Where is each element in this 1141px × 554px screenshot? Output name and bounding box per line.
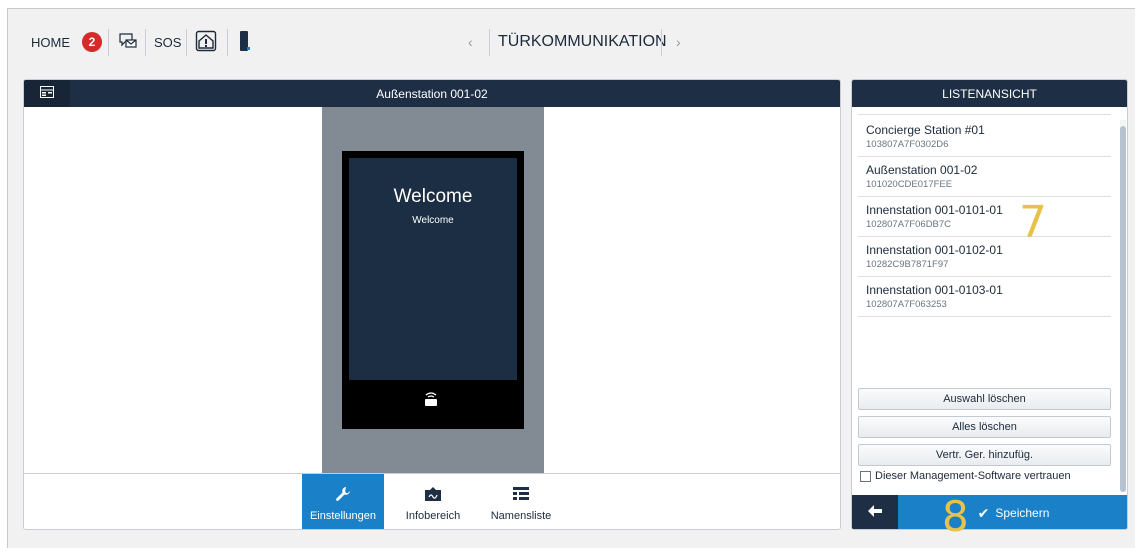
nav-prev-button[interactable]: ‹: [468, 29, 473, 55]
list-view-header: LISTENANSICHT: [852, 80, 1127, 107]
clear-all-label: Alles löschen: [952, 421, 1017, 433]
alarm-house-button[interactable]: [195, 29, 217, 55]
nav-title-label: TÜRKOMMUNIKATION: [498, 33, 667, 50]
chevron-right-icon: ›: [676, 34, 681, 50]
list-item-id: 103807A7F0302D6: [866, 139, 949, 150]
station-preview-panel: Außenstation 001-02 Welcome Welcome Eins…: [23, 79, 841, 530]
notifications-button[interactable]: 2: [82, 29, 102, 55]
list-item-id: 10282C9B7871F97: [866, 259, 949, 270]
house-alert-icon: [195, 30, 217, 55]
device-screen: Welcome Welcome: [349, 158, 517, 380]
annotation-marker-7: 7: [1019, 197, 1047, 248]
sos-button[interactable]: SOS: [154, 29, 181, 55]
list-item-id: 101020CDE017FEE: [866, 179, 953, 190]
chevron-left-icon: ‹: [468, 34, 473, 50]
list-item[interactable]: Außenstation 001-02 101020CDE017FEE: [858, 157, 1111, 197]
home-button[interactable]: HOME: [31, 29, 70, 55]
list-item-name: Concierge Station #01: [866, 123, 985, 137]
name-list-icon: [512, 484, 530, 504]
checkmark-icon: ✔: [977, 504, 990, 521]
save-label: Speichern: [995, 506, 1050, 520]
back-arrow-icon: [868, 504, 882, 522]
scrollbar-thumb[interactable]: [1120, 126, 1126, 492]
device-list: Concierge Station #01 103807A7F0302D6 Au…: [858, 117, 1111, 317]
panel-header: Außenstation 001-02: [24, 80, 840, 107]
list-view-title: LISTENANSICHT: [942, 86, 1037, 101]
list-item[interactable]: Innenstation 001-0103-01 102807A7F063253: [858, 277, 1111, 317]
tab-label: Infobereich: [405, 510, 461, 522]
notification-badge: 2: [82, 32, 102, 52]
tab-label: Einstellungen: [309, 510, 377, 522]
annotation-marker-8: 8: [942, 492, 969, 541]
list-item-name: Innenstation 001-0103-01: [866, 283, 1003, 297]
list-item-id: 102807A7F06DB7C: [866, 219, 952, 230]
panel-footer-tabs: Einstellungen Infobereich Namensliste: [24, 473, 840, 529]
tab-label: Namensliste: [490, 510, 552, 522]
list-item-name: Innenstation 001-0102-01: [866, 243, 1003, 257]
list-view-footer: ✔ Speichern: [852, 495, 1127, 529]
door-phone-icon: [239, 30, 251, 55]
info-area-icon: [424, 484, 442, 504]
device-screen-title: Welcome: [393, 186, 473, 207]
clear-selection-button[interactable]: Auswahl löschen: [858, 388, 1111, 410]
list-view-panel: LISTENANSICHT Concierge Station #01 1038…: [851, 79, 1128, 530]
sos-label: SOS: [154, 34, 182, 50]
layout-icon: [40, 85, 54, 103]
panel-header-title: Außenstation 001-02: [376, 86, 488, 101]
tab-einstellungen[interactable]: Einstellungen: [302, 474, 384, 529]
messages-icon: [118, 32, 138, 53]
clear-all-button[interactable]: Alles löschen: [858, 416, 1111, 438]
add-trusted-label: Vertr. Ger. hinzufüg.: [935, 449, 1034, 461]
trust-software-checkbox[interactable]: [860, 470, 871, 482]
list-item[interactable]: Innenstation 001-0101-01 102807A7F06DB7C: [858, 197, 1111, 237]
outdoor-station-device[interactable]: Welcome Welcome: [342, 151, 524, 429]
tab-namensliste[interactable]: Namensliste: [483, 474, 559, 529]
home-label: HOME: [31, 34, 70, 50]
messages-button[interactable]: [118, 29, 138, 55]
page-title: TÜRKOMMUNIKATION: [498, 29, 667, 55]
trust-software-row: Dieser Management-Software vertrauen: [860, 470, 1071, 482]
door-phone-button[interactable]: [239, 29, 251, 55]
list-item-name: Außenstation 001-02: [866, 163, 978, 177]
wrench-icon: [335, 484, 351, 504]
back-button[interactable]: [852, 495, 898, 529]
clear-selection-label: Auswahl löschen: [943, 393, 1026, 405]
list-item[interactable]: Innenstation 001-0102-01 10282C9B7871F97: [858, 237, 1111, 277]
list-item[interactable]: Concierge Station #01 103807A7F0302D6: [858, 117, 1111, 157]
device-screen-subtitle: Welcome: [412, 215, 454, 226]
add-trusted-device-button[interactable]: Vertr. Ger. hinzufüg.: [858, 444, 1111, 466]
list-item-name: Innenstation 001-0101-01: [866, 203, 1003, 217]
layout-toggle-button[interactable]: [24, 80, 70, 107]
list-item-id: 102807A7F063253: [866, 299, 947, 310]
nav-next-button[interactable]: ›: [676, 29, 681, 55]
bell-key-icon[interactable]: [423, 391, 439, 407]
tab-infobereich[interactable]: Infobereich: [398, 474, 468, 529]
save-button[interactable]: ✔ Speichern: [898, 495, 1127, 529]
trust-software-label: Dieser Management-Software vertrauen: [875, 470, 1071, 482]
